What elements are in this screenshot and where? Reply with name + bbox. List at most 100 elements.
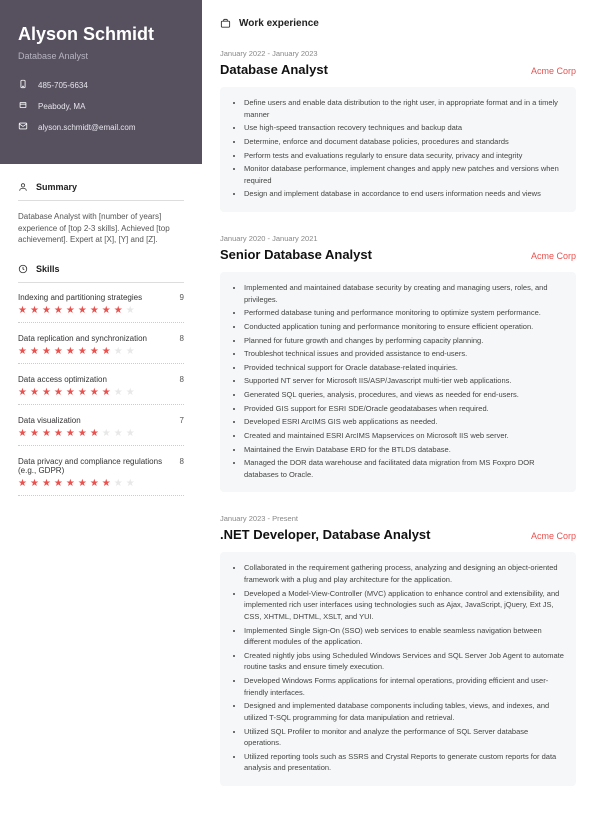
job-bullets: Collaborated in the requirement gatherin… — [220, 552, 576, 786]
star-icon: ★ — [42, 388, 51, 398]
star-icon: ★ — [78, 429, 87, 439]
star-icon: ★ — [54, 347, 63, 357]
skill-score: 9 — [180, 293, 184, 302]
star-icon: ★ — [90, 347, 99, 357]
star-icon: ★ — [78, 388, 87, 398]
star-icon: ★ — [102, 347, 111, 357]
star-icon: ★ — [18, 306, 27, 316]
bullet-item: Define users and enable data distributio… — [244, 97, 564, 120]
star-icon: ★ — [126, 306, 135, 316]
star-icon: ★ — [66, 388, 75, 398]
summary-text: Database Analyst with [number of years] … — [18, 211, 184, 246]
bullet-item: Developed ESRI ArcIMS GIS web applicatio… — [244, 416, 564, 428]
skill-row: Data privacy and compliance regulations … — [18, 457, 184, 496]
bullet-item: Provided technical support for Oracle da… — [244, 362, 564, 374]
star-icon: ★ — [102, 429, 111, 439]
job-dates: January 2020 - January 2021 — [220, 234, 576, 243]
divider — [18, 495, 184, 496]
star-icon: ★ — [42, 479, 51, 489]
skills-icon — [18, 264, 28, 274]
skill-row: Data visualization7★★★★★★★★★★ — [18, 416, 184, 446]
star-icon: ★ — [18, 429, 27, 439]
star-icon: ★ — [90, 429, 99, 439]
star-icon: ★ — [114, 347, 123, 357]
divider — [18, 404, 184, 405]
briefcase-icon — [220, 18, 231, 29]
job-title: .NET Developer, Database Analyst — [220, 527, 431, 542]
summary-heading: Summary — [18, 182, 184, 192]
star-icon: ★ — [90, 388, 99, 398]
bullet-item: Design and implement database in accorda… — [244, 188, 564, 200]
star-icon: ★ — [54, 306, 63, 316]
star-icon: ★ — [18, 479, 27, 489]
skill-stars: ★★★★★★★★★★ — [18, 429, 184, 439]
skill-stars: ★★★★★★★★★★ — [18, 306, 184, 316]
star-icon: ★ — [42, 429, 51, 439]
job: January 2020 - January 2021 Senior Databa… — [220, 234, 576, 492]
skill-stars: ★★★★★★★★★★ — [18, 479, 184, 489]
bullet-item: Implemented Single Sign-On (SSO) web ser… — [244, 625, 564, 648]
bullet-item: Maintained the Erwin Database ERD for th… — [244, 444, 564, 456]
skills-heading: Skills — [18, 264, 184, 274]
bullet-item: Supported NT server for Microsoft IIS/AS… — [244, 375, 564, 387]
job-dates: January 2023 - Present — [220, 514, 576, 523]
job-company: Acme Corp — [531, 531, 576, 541]
star-icon: ★ — [54, 429, 63, 439]
contact-row: 485-705-6634 — [18, 79, 184, 91]
skill-stars: ★★★★★★★★★★ — [18, 388, 184, 398]
job-title: Senior Database Analyst — [220, 247, 372, 262]
star-icon: ★ — [66, 479, 75, 489]
star-icon: ★ — [18, 347, 27, 357]
job-company: Acme Corp — [531, 66, 576, 76]
star-icon: ★ — [114, 306, 123, 316]
job-bullets: Implemented and maintained database secu… — [220, 272, 576, 492]
star-icon: ★ — [126, 347, 135, 357]
star-icon: ★ — [126, 429, 135, 439]
contact-text: alyson.schmidt@email.com — [38, 123, 135, 132]
bullet-item: Managed the DOR data warehouse and facil… — [244, 457, 564, 480]
star-icon: ★ — [102, 479, 111, 489]
bullet-item: Utilized reporting tools such as SSRS an… — [244, 751, 564, 774]
star-icon: ★ — [78, 479, 87, 489]
bullet-item: Conducted application tuning and perform… — [244, 321, 564, 333]
skill-row: Data access optimization8 ★★★★★★★★★★ — [18, 375, 184, 405]
contact-text: Peabody, MA — [38, 102, 85, 111]
skill-stars: ★★★★★★★★★★ — [18, 347, 184, 357]
contacts-list: 485-705-6634 Peabody, MA alyson.schmidt@em… — [18, 79, 184, 133]
skills-list: Indexing and partitioning strategies9★★★… — [18, 293, 184, 496]
work-heading-text: Work experience — [239, 18, 319, 29]
person-icon — [18, 182, 28, 192]
skill-row: Data replication and synchronization8★★★… — [18, 334, 184, 364]
person-role: Database Analyst — [18, 51, 184, 61]
bullet-item: Provided GIS support for ESRI SDE/Oracle… — [244, 403, 564, 415]
skill-score: 8 — [180, 334, 184, 343]
star-icon: ★ — [42, 347, 51, 357]
bullet-item: Use high-speed transaction recovery tech… — [244, 122, 564, 134]
divider — [18, 322, 184, 323]
bullet-item: Performed database tuning and performanc… — [244, 307, 564, 319]
star-icon: ★ — [114, 429, 123, 439]
header-block: Alyson Schmidt Database Analyst 485-705-… — [0, 0, 202, 164]
bullet-item: Collaborated in the requirement gatherin… — [244, 562, 564, 585]
skill-name: Data visualization — [18, 416, 180, 425]
job-bullets: Define users and enable data distributio… — [220, 87, 576, 212]
star-icon: ★ — [102, 306, 111, 316]
star-icon: ★ — [114, 388, 123, 398]
skill-name: Data privacy and compliance regulations … — [18, 457, 180, 475]
star-icon: ★ — [30, 388, 39, 398]
star-icon: ★ — [30, 479, 39, 489]
work-heading: Work experience — [220, 18, 576, 29]
skill-row: Indexing and partitioning strategies9★★★… — [18, 293, 184, 323]
star-icon: ★ — [54, 388, 63, 398]
skill-name: Data access optimization — [18, 375, 180, 384]
bullet-item: Designed and implemented database compon… — [244, 700, 564, 723]
bullet-item: Planned for future growth and changes by… — [244, 335, 564, 347]
contact-row: alyson.schmidt@email.com — [18, 121, 184, 133]
star-icon: ★ — [18, 388, 27, 398]
star-icon: ★ — [78, 306, 87, 316]
location-icon — [18, 100, 28, 112]
star-icon: ★ — [114, 479, 123, 489]
divider — [18, 282, 184, 283]
skill-score: 8 — [180, 375, 184, 384]
star-icon: ★ — [66, 347, 75, 357]
